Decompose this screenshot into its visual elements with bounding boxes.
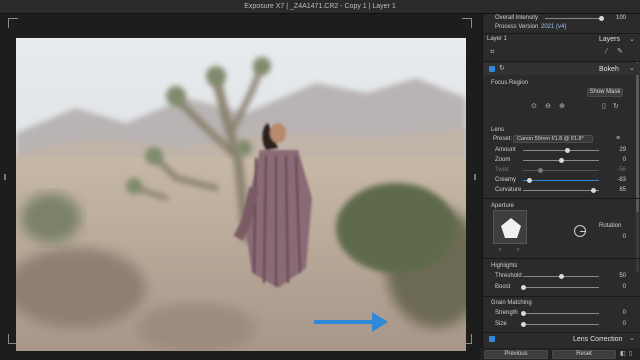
bokeh-title: Bokeh: [599, 66, 619, 73]
overall-intensity-value: 100: [615, 15, 626, 21]
slider-knob[interactable]: [521, 285, 526, 290]
settings-icon[interactable]: ≡: [616, 135, 620, 142]
slider-knob[interactable]: [527, 178, 533, 183]
overall-intensity-knob[interactable]: [599, 16, 604, 21]
rotation-value: 0: [622, 234, 626, 240]
slider-track[interactable]: [523, 287, 599, 288]
slider-track[interactable]: [523, 150, 599, 151]
chevron-down-icon[interactable]: ⌄: [629, 36, 635, 43]
divider: [483, 198, 640, 199]
slider-label: Zoom: [495, 157, 511, 163]
slider-value: 50: [619, 273, 626, 279]
slider-value: -83: [617, 177, 626, 183]
overall-intensity-slider[interactable]: [545, 18, 601, 19]
divider: [483, 258, 640, 259]
aperture-label: Aperture: [491, 203, 515, 209]
previous-button[interactable]: Previous: [484, 350, 548, 359]
chevron-down-icon[interactable]: ⌄: [629, 335, 635, 342]
panel-toggle-icon[interactable]: ▯: [629, 351, 632, 358]
slider-knob[interactable]: [559, 274, 564, 279]
slider-label: Threshold: [495, 273, 522, 279]
slider-value: 0: [622, 310, 626, 316]
grain-matching-label: Grain Matching: [491, 300, 532, 306]
slider-knob[interactable]: [537, 168, 543, 173]
lens-label: Lens: [491, 127, 505, 133]
slider-value: 0: [622, 321, 626, 327]
slider-label: Twist: [495, 167, 509, 173]
refresh-icon[interactable]: ↻: [499, 65, 505, 72]
panel-toggle-icon[interactable]: [489, 66, 495, 72]
slider-knob[interactable]: [590, 188, 596, 193]
refresh-icon[interactable]: ↻: [613, 103, 619, 110]
panel-toggle-icon[interactable]: [489, 336, 495, 342]
focus-radial-icon[interactable]: ⊙: [531, 103, 537, 110]
slider-knob[interactable]: [565, 148, 571, 153]
slider-value: -56: [617, 167, 626, 173]
lens-correction-title[interactable]: Lens Correction: [573, 336, 622, 343]
next-shape-icon[interactable]: ›: [517, 247, 519, 254]
photo-preview: [16, 38, 466, 351]
panel-scroll-thumb[interactable]: [636, 62, 639, 212]
slider-track[interactable]: [523, 324, 599, 325]
slider-knob[interactable]: [559, 158, 564, 163]
preset-dropdown[interactable]: Canon 50mm f/1.8 @ f/1.8*: [513, 135, 593, 143]
slider-value: 85: [619, 187, 626, 193]
preset-label: Preset:: [493, 136, 513, 142]
divider: [483, 61, 640, 62]
slider-label: Strength: [495, 310, 518, 316]
slider-label: Boost: [495, 284, 511, 290]
eyedropper-icon[interactable]: ∕: [606, 48, 607, 55]
rotation-dial[interactable]: [574, 225, 586, 237]
slider-track[interactable]: [523, 190, 599, 191]
frame-corner: [462, 18, 472, 28]
layers-label[interactable]: Layers: [599, 36, 620, 43]
layer-name[interactable]: Layer 1: [487, 36, 507, 42]
slider-label: Amount: [495, 147, 516, 153]
divider: [483, 33, 640, 34]
slider-knob[interactable]: [521, 311, 526, 316]
compare-icon[interactable]: ◧: [620, 351, 626, 358]
overall-intensity-label: Overall Intensity: [495, 15, 539, 21]
trash-icon[interactable]: ▯: [602, 103, 606, 110]
focus-invert-icon[interactable]: ⊕: [559, 103, 565, 110]
divider: [483, 296, 640, 297]
slider-label: Creamy: [495, 177, 517, 183]
divider: [483, 332, 640, 333]
canvas-edge-marker: [474, 174, 476, 180]
focus-linear-icon[interactable]: ⊖: [545, 103, 551, 110]
bottom-bar: Previous Reset ◧ ▯: [480, 348, 640, 360]
slider-track[interactable]: [523, 313, 599, 314]
slider-knob[interactable]: [521, 322, 526, 327]
rotation-label: Rotation: [599, 223, 622, 229]
slider-value: 0: [622, 157, 626, 163]
slider-label: Curvature: [495, 187, 522, 193]
brush-icon[interactable]: ✎: [617, 48, 623, 55]
window-title: Exposure X7 | _Z4A1471.CR2 - Copy 1 | La…: [0, 0, 640, 14]
slider-label: Size: [495, 321, 507, 327]
frame-corner: [8, 18, 18, 28]
image-canvas[interactable]: [0, 14, 480, 351]
slider-value: 0: [622, 284, 626, 290]
reset-button[interactable]: Reset: [552, 350, 616, 359]
previous-shape-icon[interactable]: ‹: [499, 247, 501, 254]
crop-icon[interactable]: ⌗: [490, 48, 495, 56]
slider-value: 29: [619, 147, 626, 153]
canvas-edge-marker: [4, 174, 6, 180]
slider-track[interactable]: [523, 180, 599, 181]
show-mask-button[interactable]: Show Mask: [587, 88, 623, 97]
chevron-down-icon[interactable]: ⌄: [629, 65, 635, 72]
aperture-shape-preview[interactable]: [493, 210, 527, 244]
process-version-label: Process Version: [495, 24, 539, 30]
focus-region-label: Focus Region: [491, 80, 529, 86]
adjustments-panel: Overall Intensity 100 Process Version 20…: [482, 14, 640, 360]
process-version-dropdown[interactable]: 2021 (v4): [541, 24, 566, 30]
slider-track[interactable]: [523, 170, 599, 171]
highlights-label: Highlights: [491, 263, 518, 269]
